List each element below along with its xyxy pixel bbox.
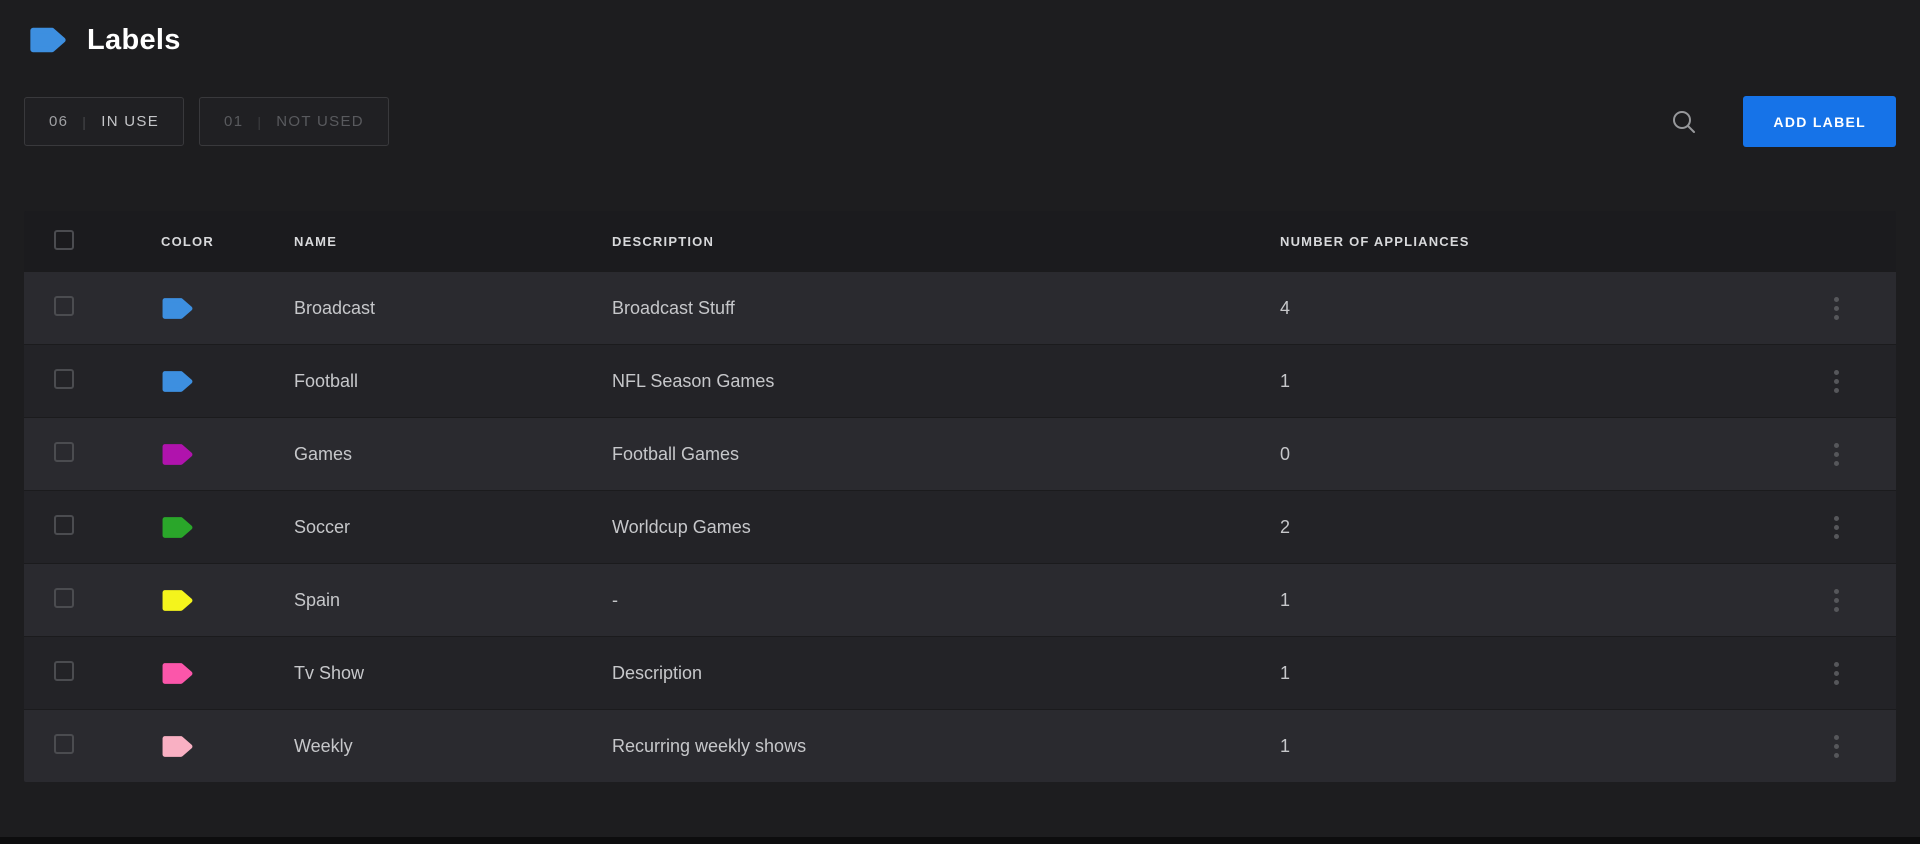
row-color-swatch [161,662,294,685]
row-color-swatch [161,297,294,320]
row-checkbox[interactable] [54,442,74,462]
row-name: Football [294,371,612,392]
row-checkbox[interactable] [54,588,74,608]
row-color-swatch [161,370,294,393]
row-description: Recurring weekly shows [612,736,1272,757]
table-row: Soccer Worldcup Games 2 [24,490,1896,563]
label-tag-icon [29,26,67,54]
row-appliance-count: 1 [1272,590,1826,611]
header-description: DESCRIPTION [612,234,1272,249]
row-actions-menu-button[interactable] [1826,362,1847,401]
search-icon [1671,109,1697,135]
row-actions-menu-button[interactable] [1826,581,1847,620]
row-appliance-count: 0 [1272,444,1826,465]
not-used-label: NOT USED [276,113,364,130]
row-description: Football Games [612,444,1272,465]
row-actions-menu-button[interactable] [1826,654,1847,693]
pill-separator: | [257,114,262,130]
row-checkbox[interactable] [54,661,74,681]
row-checkbox[interactable] [54,734,74,754]
row-appliance-count: 1 [1272,736,1826,757]
row-description: NFL Season Games [612,371,1272,392]
row-appliance-count: 2 [1272,517,1826,538]
row-name: Soccer [294,517,612,538]
page-title: Labels [87,24,181,57]
table-header-row: COLOR NAME DESCRIPTION NUMBER OF APPLIAN… [24,211,1896,271]
table-row: Football NFL Season Games 1 [24,344,1896,417]
row-color-swatch [161,516,294,539]
row-appliance-count: 1 [1272,663,1826,684]
labels-page: Labels 06 | IN USE 01 | NOT USED ADD LAB… [0,0,1920,844]
toolbar: 06 | IN USE 01 | NOT USED ADD LABEL [24,96,1896,147]
row-actions-menu-button[interactable] [1826,435,1847,474]
in-use-count: 06 [49,113,68,130]
not-used-count: 01 [224,113,243,130]
table-row: Tv Show Description 1 [24,636,1896,709]
kebab-icon [1834,735,1839,740]
row-color-swatch [161,735,294,758]
add-label-button[interactable]: ADD LABEL [1743,96,1896,147]
kebab-icon [1834,516,1839,521]
row-appliance-count: 1 [1272,371,1826,392]
filter-not-used[interactable]: 01 | NOT USED [199,97,389,146]
pill-separator: | [82,114,87,130]
row-description: Description [612,663,1272,684]
header-name: NAME [294,234,612,249]
row-name: Games [294,444,612,465]
kebab-icon [1834,589,1839,594]
label-table-body: Broadcast Broadcast Stuff 4 Football NFL… [24,271,1896,782]
kebab-icon [1834,370,1839,375]
row-name: Spain [294,590,612,611]
row-actions-menu-button[interactable] [1826,289,1847,328]
filter-in-use[interactable]: 06 | IN USE [24,97,184,146]
row-name: Broadcast [294,298,612,319]
table-row: Games Football Games 0 [24,417,1896,490]
row-checkbox[interactable] [54,296,74,316]
page-header: Labels [24,22,1896,58]
row-color-swatch [161,589,294,612]
viewport-bottom-edge [0,837,1920,844]
row-description: Worldcup Games [612,517,1272,538]
row-name: Weekly [294,736,612,757]
kebab-icon [1834,443,1839,448]
row-appliance-count: 4 [1272,298,1826,319]
in-use-label: IN USE [101,113,159,130]
row-color-swatch [161,443,294,466]
table-row: Broadcast Broadcast Stuff 4 [24,271,1896,344]
row-actions-menu-button[interactable] [1826,508,1847,547]
labels-table: COLOR NAME DESCRIPTION NUMBER OF APPLIAN… [24,211,1896,782]
row-checkbox[interactable] [54,369,74,389]
table-row: Spain - 1 [24,563,1896,636]
kebab-icon [1834,297,1839,302]
row-actions-menu-button[interactable] [1826,727,1847,766]
select-all-checkbox[interactable] [54,230,74,250]
table-row: Weekly Recurring weekly shows 1 [24,709,1896,782]
header-color: COLOR [161,234,294,249]
header-appliances: NUMBER OF APPLIANCES [1272,234,1826,249]
kebab-icon [1834,662,1839,667]
search-button[interactable] [1665,103,1703,141]
row-description: - [612,590,1272,611]
row-checkbox[interactable] [54,515,74,535]
row-name: Tv Show [294,663,612,684]
row-description: Broadcast Stuff [612,298,1272,319]
